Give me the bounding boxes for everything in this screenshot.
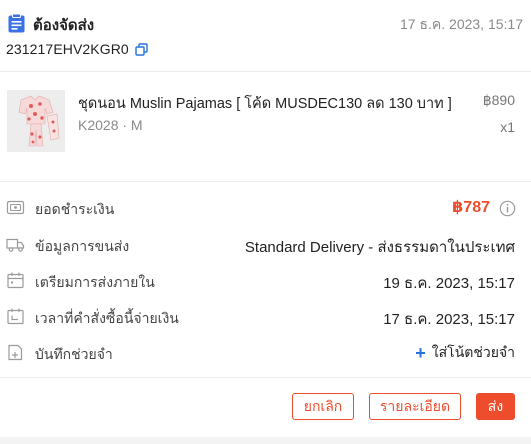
product-variant: K2028 · M bbox=[78, 117, 143, 133]
copy-icon[interactable] bbox=[135, 42, 148, 56]
clipboard-icon bbox=[8, 14, 25, 33]
wallet-icon bbox=[6, 200, 25, 215]
amount-row: ยอดชำระเงิน ฿787 bbox=[0, 196, 531, 220]
add-note-label: ใส่โน้ตช่วยจำ bbox=[431, 344, 515, 360]
divider bbox=[0, 181, 531, 182]
note-row: บันทึกช่วยจำ + ใส่โน้ตช่วยจำ bbox=[0, 341, 531, 365]
note-label: บันทึกช่วยจำ bbox=[35, 346, 113, 362]
paid-time-row: เวลาที่คำสั่งซื้อนี้จ่ายเงิน 17 ธ.ค. 202… bbox=[0, 305, 531, 329]
bottom-separator bbox=[0, 437, 531, 444]
paid-time-value: 17 ธ.ค. 2023, 15:17 bbox=[383, 311, 515, 328]
plus-icon: + bbox=[415, 343, 426, 363]
divider bbox=[0, 71, 531, 72]
prepare-value: 19 ธ.ค. 2023, 15:17 bbox=[383, 275, 515, 292]
order-time: 17 ธ.ค. 2023, 15:17 bbox=[400, 16, 523, 32]
product-item[interactable]: ชุดนอน Muslin Pajamas [ โค้ด MUSDEC130 ล… bbox=[0, 80, 531, 170]
cancel-button[interactable]: ยกเลิก bbox=[292, 393, 354, 420]
amount-value: ฿787 bbox=[452, 199, 490, 216]
paid-time-label: เวลาที่คำสั่งซื้อนี้จ่ายเงิน bbox=[35, 310, 179, 326]
calendar-check-icon bbox=[7, 308, 24, 325]
note-icon bbox=[8, 344, 23, 361]
info-icon[interactable] bbox=[499, 200, 516, 217]
prepare-row: เตรียมการส่งภายใน 19 ธ.ค. 2023, 15:17 bbox=[0, 269, 531, 293]
ship-button[interactable]: ส่ง bbox=[476, 393, 515, 420]
order-status-title: ต้องจัดส่ง bbox=[33, 17, 95, 34]
product-image[interactable] bbox=[7, 90, 65, 152]
detail-button[interactable]: รายละเอียด bbox=[369, 393, 461, 420]
product-quantity: x1 bbox=[500, 119, 515, 135]
shipping-row: ข้อมูลการขนส่ง Standard Delivery - ส่งธร… bbox=[0, 233, 531, 257]
add-note-button[interactable]: + ใส่โน้ตช่วยจำ bbox=[415, 342, 515, 364]
amount-label: ยอดชำระเงิน bbox=[35, 201, 115, 217]
calendar-icon bbox=[7, 272, 24, 289]
truck-icon bbox=[6, 238, 25, 252]
prepare-label: เตรียมการส่งภายใน bbox=[35, 274, 155, 290]
order-id-row: 231217EHV2KGR0 bbox=[6, 40, 148, 58]
order-card: ต้องจัดส่ง 17 ธ.ค. 2023, 15:17 231217EHV… bbox=[0, 0, 531, 444]
order-id: 231217EHV2KGR0 bbox=[6, 41, 129, 57]
product-name[interactable]: ชุดนอน Muslin Pajamas [ โค้ด MUSDEC130 ล… bbox=[78, 92, 463, 115]
order-header: ต้องจัดส่ง 17 ธ.ค. 2023, 15:17 bbox=[8, 12, 523, 34]
shipping-label: ข้อมูลการขนส่ง bbox=[35, 238, 130, 254]
shipping-value: Standard Delivery - ส่งธรรมดาในประเทศ bbox=[244, 239, 515, 256]
divider bbox=[0, 377, 531, 378]
pajama-illustration bbox=[7, 90, 65, 152]
product-price: ฿890 bbox=[482, 92, 515, 108]
